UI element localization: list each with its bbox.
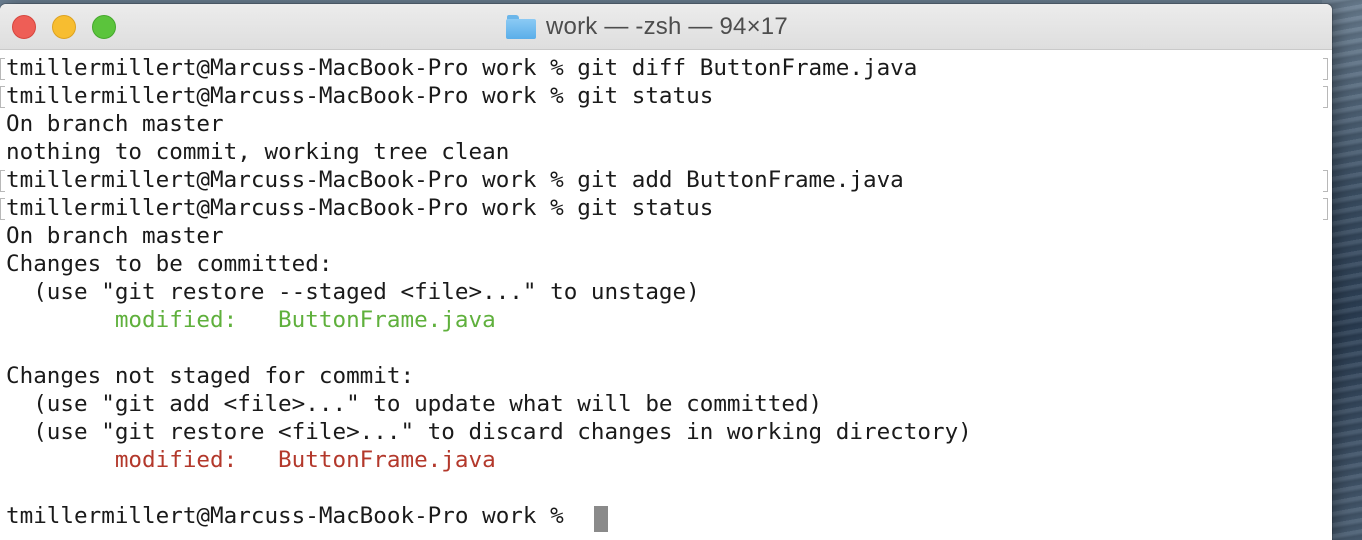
unstaged-modified-line: modified: ButtonFrame.java: [6, 447, 496, 473]
prompt-mark-right: [1323, 58, 1328, 80]
terminal-line: tmillermillert@Marcuss-MacBook-Pro work …: [6, 195, 714, 221]
folder-icon: [506, 14, 536, 39]
terminal-line: On branch master: [6, 111, 224, 137]
close-window-button[interactable]: [12, 15, 36, 39]
prompt-mark-left: [0, 198, 5, 220]
window-title: work — -zsh — 94×17: [546, 12, 788, 40]
window-title-group: work — -zsh — 94×17: [506, 4, 788, 49]
terminal-line: (use "git restore --staged <file>..." to…: [6, 279, 700, 305]
terminal-line: tmillermillert@Marcuss-MacBook-Pro work …: [6, 83, 714, 109]
terminal-line: On branch master: [6, 223, 224, 249]
terminal-line: Changes not staged for commit:: [6, 363, 415, 389]
terminal-content[interactable]: tmillermillert@Marcuss-MacBook-Pro work …: [0, 50, 1332, 540]
title-bar[interactable]: work — -zsh — 94×17: [0, 4, 1332, 50]
terminal-line: (use "git restore <file>..." to discard …: [6, 419, 972, 445]
current-prompt: tmillermillert@Marcuss-MacBook-Pro work …: [6, 503, 578, 529]
terminal-line: nothing to commit, working tree clean: [6, 139, 510, 165]
minimize-window-button[interactable]: [52, 15, 76, 39]
staged-modified-line: modified: ButtonFrame.java: [6, 307, 496, 333]
zoom-window-button[interactable]: [92, 15, 116, 39]
prompt-mark-left: [0, 86, 5, 108]
terminal-line: (use "git add <file>..." to update what …: [6, 391, 823, 417]
terminal-line: tmillermillert@Marcuss-MacBook-Pro work …: [6, 55, 918, 81]
prompt-mark-left: [0, 58, 5, 80]
prompt-mark-right: [1323, 86, 1328, 108]
prompt-mark-right: [1323, 170, 1328, 192]
terminal-line: Changes to be committed:: [6, 251, 333, 277]
prompt-mark-left: [0, 170, 5, 192]
prompt-mark-right: [1323, 198, 1328, 220]
terminal-line: tmillermillert@Marcuss-MacBook-Pro work …: [6, 167, 904, 193]
text-cursor: [594, 506, 608, 532]
terminal-window[interactable]: work — -zsh — 94×17 tmillermillert@Marcu…: [0, 4, 1332, 540]
